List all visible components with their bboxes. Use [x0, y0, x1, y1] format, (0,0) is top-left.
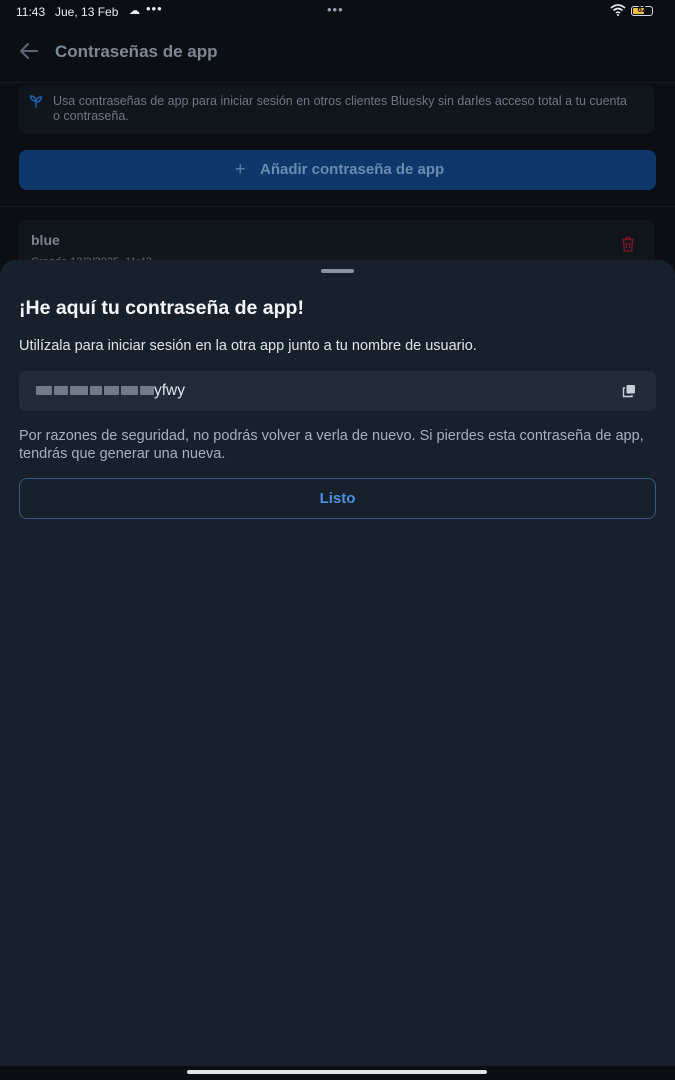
battery-icon: 62: [631, 5, 653, 16]
system-nav-bar: [0, 1066, 675, 1080]
home-gesture-bar[interactable]: [187, 1070, 487, 1074]
top-bar: Contraseñas de app: [0, 32, 675, 72]
app-password-name: blue: [31, 232, 60, 248]
window-options-icon[interactable]: •••: [327, 2, 344, 17]
status-time: 11:43: [16, 5, 46, 19]
status-date: Jue, 13 Feb: [55, 5, 119, 19]
generated-password-value: yfwy: [154, 382, 185, 399]
page-title: Contraseñas de app: [55, 42, 218, 61]
trash-icon[interactable]: [621, 236, 635, 252]
info-box: Usa contraseñas de app para iniciar sesi…: [19, 85, 655, 134]
divider: [0, 82, 675, 83]
add-app-password-button[interactable]: + Añadir contraseña de app: [19, 150, 656, 190]
sheet-drag-handle[interactable]: [321, 269, 354, 273]
copy-icon[interactable]: [622, 384, 636, 398]
divider: [0, 206, 675, 207]
password-pixelated: [36, 383, 154, 398]
done-button[interactable]: Listo: [19, 478, 656, 519]
cloud-icon: ☁: [129, 5, 140, 17]
plus-icon: +: [235, 159, 246, 179]
info-text: Usa contraseñas de app para iniciar sesi…: [53, 94, 627, 123]
sprout-icon: [29, 95, 43, 108]
wifi-icon: [610, 4, 626, 16]
sheet-description: Utilízala para iniciar sesión en la otra…: [19, 338, 477, 354]
add-app-password-label: Añadir contraseña de app: [260, 161, 445, 178]
done-button-label: Listo: [319, 490, 356, 507]
arrow-left-icon[interactable]: [18, 40, 40, 62]
security-warning: Por razones de seguridad, no podrás volv…: [19, 428, 644, 462]
battery-percent: 62: [637, 5, 647, 14]
app-passwords-page: Contraseñas de app Usa contraseñas de ap…: [0, 24, 675, 270]
generated-password-field[interactable]: yfwy: [19, 371, 656, 411]
sheet-title: ¡He aquí tu contraseña de app!: [19, 297, 304, 319]
bottom-sheet: ¡He aquí tu contraseña de app! Utilízala…: [0, 260, 675, 1066]
status-more-indicator: •••: [146, 1, 163, 16]
status-bar: 11:43 Jue, 13 Feb ☁ ••• ••• 62: [0, 0, 675, 24]
